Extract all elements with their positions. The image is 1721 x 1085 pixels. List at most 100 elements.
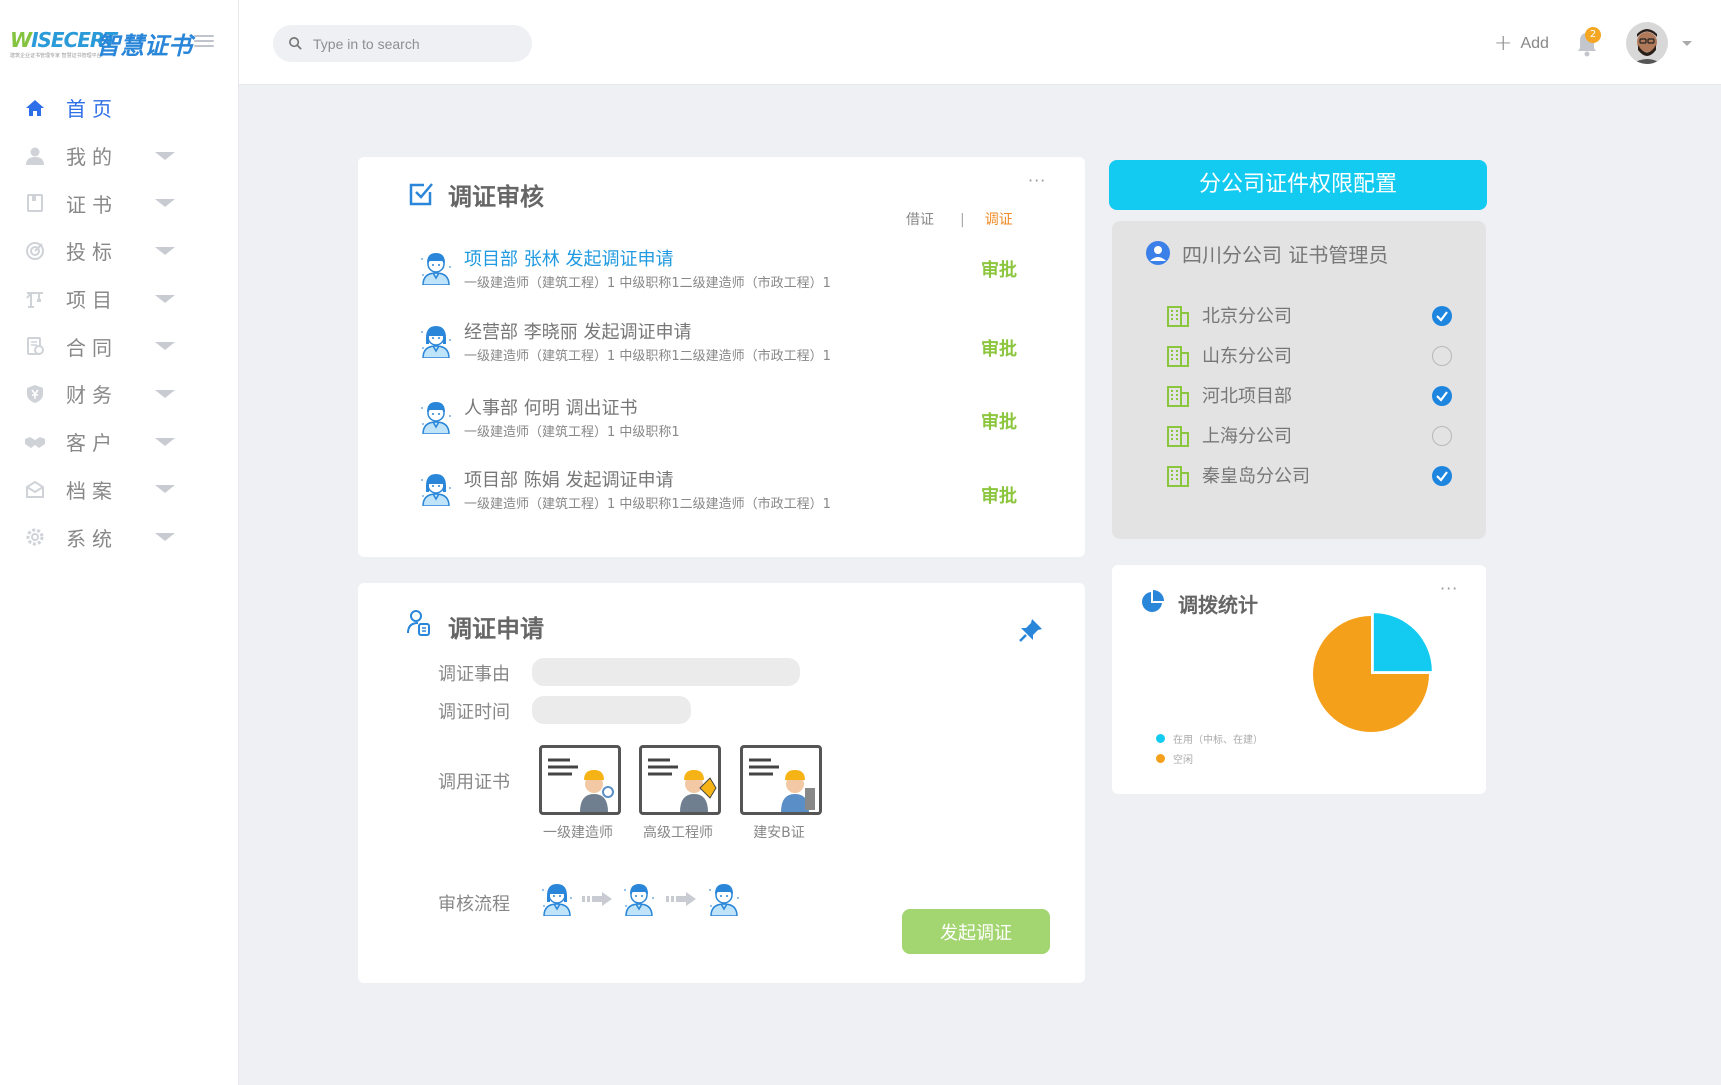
request-row[interactable]: 项目部 张林 发起调证申请一级建造师（建筑工程）1 中级职称1二级建造师（市政工…: [418, 245, 1048, 295]
sidebar-item-label: 档案: [66, 478, 118, 503]
checkbox-icon: [409, 183, 433, 206]
male-avatar-icon: [621, 880, 657, 920]
reason-label: 调证事由: [438, 664, 510, 685]
brand-logo-cn: 智慧证书: [96, 32, 192, 60]
branch-name: 河北项目部: [1202, 386, 1292, 407]
chevron-down-icon[interactable]: [155, 389, 175, 398]
book-icon: [24, 192, 46, 214]
checkmark-icon[interactable]: [1432, 466, 1452, 486]
submit-transfer-button[interactable]: 发起调证: [902, 909, 1050, 954]
request-detail: 一级建造师（建筑工程）1 中级职称1二级建造师（市政工程）1: [464, 497, 831, 512]
request-detail: 一级建造师（建筑工程）1 中级职称1: [464, 425, 680, 440]
brand-logo[interactable]: WISECERT 建筑企业证书管理专家 智慧证书管理平台 智慧证书: [8, 24, 218, 60]
cert-caption: 高级工程师: [643, 825, 713, 841]
approve-button[interactable]: 审批: [981, 335, 1017, 361]
card-title: 调证申请: [448, 615, 544, 643]
building-icon: [1167, 426, 1189, 447]
branch-row: 北京分公司: [1166, 302, 1452, 332]
engineer-cert-icon[interactable]: [639, 745, 721, 815]
sidebar-item-certificate[interactable]: 证书: [0, 179, 239, 227]
sidebar-item-label: 首页: [66, 97, 118, 122]
chevron-down-icon[interactable]: [155, 342, 175, 351]
sidebar-item-system[interactable]: 系统: [0, 513, 239, 561]
plus-icon: +: [1494, 31, 1513, 56]
request-row[interactable]: 人事部 何明 调出证书 一级建造师（建筑工程）1 中级职称1: [418, 394, 1048, 444]
sidebar-item-archive[interactable]: 档案: [0, 466, 239, 514]
sidebar-item-label: 投标: [66, 240, 118, 265]
pie-chart: [1313, 613, 1432, 732]
branch-permission-config-button[interactable]: 分公司证件权限配置: [1109, 160, 1487, 210]
search-box[interactable]: [273, 25, 532, 62]
unchecked-circle-icon[interactable]: [1432, 346, 1452, 366]
branch-name: 秦皇岛分公司: [1202, 466, 1310, 487]
male-avatar-icon: [418, 249, 454, 286]
arrow-right-icon: [666, 891, 698, 910]
shield-yen-icon: [24, 383, 46, 405]
legend-item: 在用（中标、在建）: [1156, 731, 1263, 746]
pin-icon[interactable]: [1018, 617, 1044, 643]
user-avatar[interactable]: [1626, 22, 1668, 64]
user-circle-icon: [1146, 241, 1170, 265]
more-options-icon[interactable]: ···: [1028, 171, 1046, 190]
building-icon: [1167, 386, 1189, 407]
crane-icon: [24, 288, 46, 310]
request-title: 项目部 张林 发起调证申请: [464, 249, 674, 270]
sidebar-item-mine[interactable]: 我的: [0, 132, 239, 180]
branch-row: 山东分公司: [1166, 342, 1452, 372]
female-avatar-icon: [418, 470, 454, 507]
chevron-down-icon[interactable]: [155, 246, 175, 255]
review-tabs: 借证 | 调证: [906, 209, 1013, 229]
chevron-down-icon[interactable]: [155, 151, 175, 160]
branch-row: 河北项目部: [1166, 382, 1452, 412]
checkmark-icon[interactable]: [1432, 386, 1452, 406]
tab-separator: |: [960, 212, 965, 228]
legend-item: 空闲: [1156, 751, 1193, 766]
legend-label: 空闲: [1173, 755, 1193, 766]
notification-badge: 2: [1585, 27, 1601, 43]
sidebar-item-bidding[interactable]: 投标: [0, 227, 239, 275]
chevron-down-icon[interactable]: [155, 437, 175, 446]
chevron-down-icon[interactable]: [155, 533, 175, 542]
tab-borrow[interactable]: 借证: [906, 212, 934, 228]
checkmark-icon[interactable]: [1432, 306, 1452, 326]
time-input[interactable]: [532, 696, 691, 724]
request-row[interactable]: 项目部 陈娟 发起调证申请一级建造师（建筑工程）1 中级职称1二级建造师（市政工…: [418, 466, 1048, 516]
branch-permission-panel: 四川分公司 证书管理员 北京分公司 山东分公司 河北项目部 上海分公司 秦皇岛分公司: [1112, 221, 1486, 539]
request-title: 项目部 陈娟 发起调证申请: [464, 470, 674, 491]
chevron-down-icon[interactable]: [155, 294, 175, 303]
request-row[interactable]: 经营部 李晓丽 发起调证申请 一级建造师（建筑工程）1 中级职称1二级建造师（市政…: [418, 318, 1048, 368]
sidebar-item-label: 我的: [66, 145, 118, 170]
request-detail: 一级建造师（建筑工程）1 中级职称1二级建造师（市政工程）1: [464, 349, 831, 364]
worker-cert-icon[interactable]: [539, 745, 621, 815]
tab-transfer[interactable]: 调证: [985, 212, 1013, 228]
more-options-icon[interactable]: ···: [1440, 579, 1458, 598]
sidebar-item-customer[interactable]: 客户: [0, 418, 239, 466]
user-menu-chevron-icon[interactable]: [1682, 41, 1692, 46]
sidebar-item-contract[interactable]: 合同: [0, 322, 239, 370]
contract-icon: [24, 335, 46, 357]
approve-button[interactable]: 审批: [981, 408, 1017, 434]
reason-input[interactable]: [532, 658, 800, 686]
safety-cert-icon[interactable]: [740, 745, 822, 815]
search-input[interactable]: [313, 25, 518, 62]
unchecked-circle-icon[interactable]: [1432, 426, 1452, 446]
menu-toggle-icon[interactable]: [194, 35, 214, 49]
female-avatar-icon: [539, 880, 575, 920]
branch-name: 北京分公司: [1202, 306, 1292, 327]
cert-label: 调用证书: [438, 772, 510, 793]
sidebar-item-label: 证书: [66, 192, 118, 217]
chevron-down-icon[interactable]: [155, 199, 175, 208]
search-icon: [289, 37, 302, 50]
home-icon: [24, 97, 46, 119]
sidebar-item-home[interactable]: 首页: [0, 84, 239, 132]
time-label: 调证时间: [438, 702, 510, 723]
sidebar-item-project[interactable]: 项目: [0, 275, 239, 323]
sidebar-item-label: 客户: [66, 431, 118, 456]
chevron-down-icon[interactable]: [155, 485, 175, 494]
approve-button[interactable]: 审批: [981, 256, 1017, 282]
approve-button[interactable]: 审批: [981, 482, 1017, 508]
sidebar-item-finance[interactable]: 财务: [0, 370, 239, 418]
legend-label: 在用（中标、在建）: [1173, 735, 1263, 746]
request-detail: 一级建造师（建筑工程）1 中级职称1二级建造师（市政工程）1: [464, 276, 831, 291]
add-button[interactable]: + Add: [1494, 31, 1549, 57]
